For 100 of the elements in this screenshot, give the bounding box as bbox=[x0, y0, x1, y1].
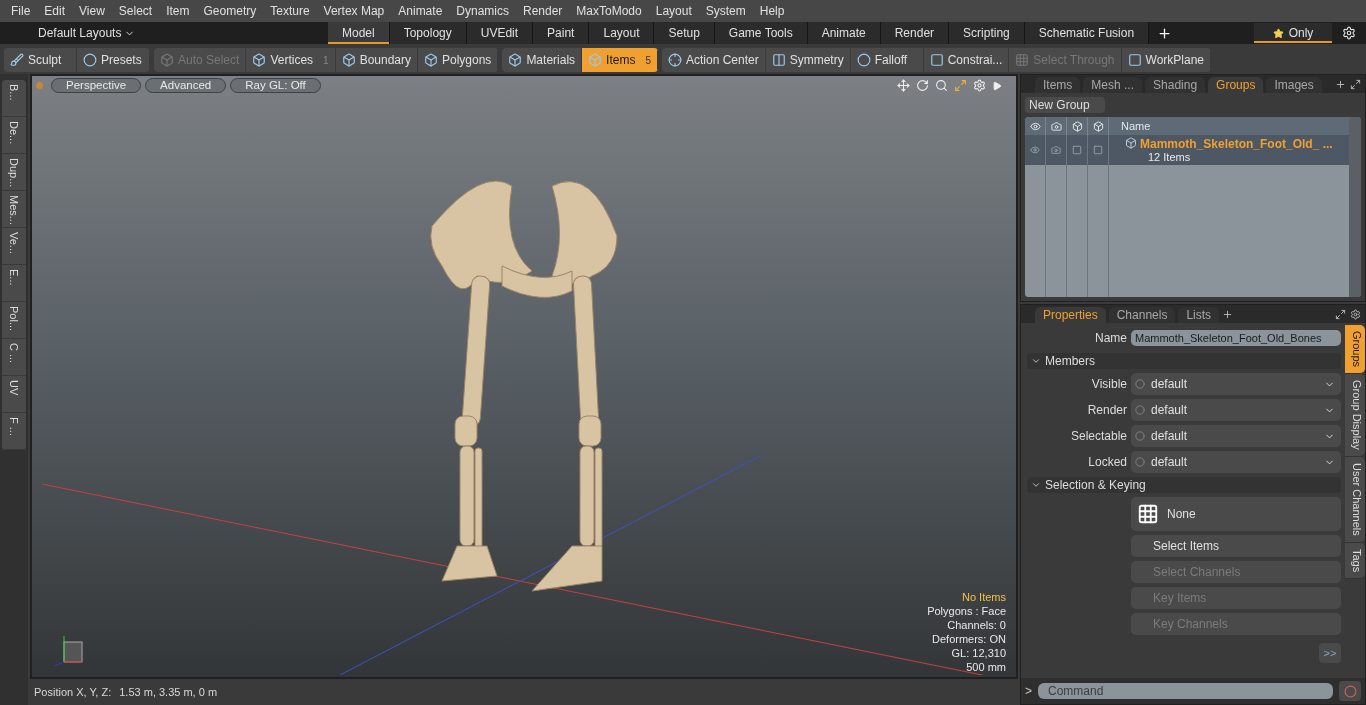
action-button[interactable]: Select Items bbox=[1131, 535, 1341, 557]
layout-tab[interactable]: Game Tools bbox=[714, 22, 808, 44]
panel-tab[interactable]: Groups bbox=[1208, 77, 1264, 93]
tool-tab[interactable]: C ... bbox=[2, 339, 26, 376]
section-header[interactable]: Members bbox=[1027, 353, 1341, 369]
eye-icon[interactable] bbox=[1029, 120, 1041, 132]
menu-item[interactable]: Item bbox=[159, 4, 197, 18]
panel-tab[interactable]: Properties bbox=[1035, 307, 1106, 323]
layout-tab[interactable]: Layout bbox=[589, 22, 655, 44]
tool-button[interactable]: Symmetry bbox=[765, 48, 851, 72]
panel-tab[interactable]: Items bbox=[1035, 77, 1081, 93]
viewport[interactable]: Perspective Advanced Ray GL: Off No Items Polygons : Face Channels: 0 Deformers: ON GL: 12,310 500 mm bbox=[30, 74, 1018, 679]
name-field[interactable]: Mammoth_Skeleton_Foot_Old_Bones bbox=[1131, 330, 1341, 346]
layout-tab[interactable]: Scripting bbox=[949, 22, 1025, 44]
dropdown[interactable]: default bbox=[1131, 451, 1341, 473]
cube-icon[interactable] bbox=[1092, 120, 1104, 132]
mode-button[interactable]: None bbox=[1131, 497, 1341, 531]
circle-icon bbox=[1135, 431, 1145, 441]
group-row[interactable]: Mammoth_Skeleton_Foot_Old_ ... 12 Items bbox=[1109, 135, 1349, 165]
tool-button[interactable]: Polygons bbox=[418, 48, 499, 72]
layout-tab[interactable]: Paint bbox=[533, 22, 590, 44]
tool-tab[interactable]: De... bbox=[2, 117, 26, 154]
dropdown[interactable]: default bbox=[1131, 399, 1341, 421]
menu-item[interactable]: View bbox=[72, 4, 112, 18]
tool-button[interactable]: Presets bbox=[77, 48, 150, 72]
viewport-button[interactable]: Advanced bbox=[145, 78, 227, 93]
layout-tab[interactable]: Model bbox=[328, 22, 390, 44]
menu-item[interactable]: File bbox=[4, 4, 38, 18]
tool-tab[interactable]: Pol... bbox=[2, 302, 26, 339]
checkbox-icon[interactable] bbox=[1072, 145, 1082, 155]
expand-icon[interactable] bbox=[1335, 308, 1346, 320]
menu-item[interactable]: Geometry bbox=[196, 4, 264, 18]
dropdown[interactable]: default bbox=[1131, 425, 1341, 447]
settings-icon[interactable] bbox=[1342, 26, 1356, 40]
viewport-button[interactable]: Ray GL: Off bbox=[230, 78, 321, 93]
layout-tab[interactable]: UVEdit bbox=[466, 22, 534, 44]
layout-tab[interactable]: Schematic Fusion bbox=[1024, 22, 1150, 44]
section-header[interactable]: Selection & Keying bbox=[1027, 477, 1341, 493]
menu-item[interactable]: Layout bbox=[648, 4, 699, 18]
add-icon[interactable] bbox=[1222, 308, 1234, 320]
rotate-icon[interactable] bbox=[916, 79, 929, 92]
column-header: Name bbox=[1109, 117, 1349, 135]
new-group-button[interactable]: New Group bbox=[1025, 97, 1105, 113]
side-tab[interactable]: Group Display bbox=[1345, 374, 1365, 457]
menu-item[interactable]: Vertex Map bbox=[316, 4, 392, 18]
play-icon[interactable] bbox=[992, 80, 1002, 91]
cube-icon[interactable] bbox=[1071, 120, 1083, 132]
layout-tab[interactable]: Topology bbox=[389, 22, 467, 44]
tool-tab[interactable]: B... bbox=[2, 80, 26, 117]
settings-icon[interactable] bbox=[1350, 308, 1361, 320]
panel-tab[interactable]: Images bbox=[1266, 77, 1322, 93]
side-tab[interactable]: Tags bbox=[1345, 542, 1365, 579]
menu-item[interactable]: Render bbox=[516, 4, 570, 18]
panel-tab[interactable]: Mesh ... bbox=[1083, 77, 1143, 93]
panel-tab[interactable]: Lists bbox=[1178, 307, 1220, 323]
panel-tab[interactable]: Channels bbox=[1108, 307, 1176, 323]
tool-button[interactable]: WorkPlane bbox=[1121, 48, 1211, 72]
tool-tab[interactable]: UV bbox=[2, 376, 26, 413]
record-button[interactable] bbox=[1339, 681, 1361, 701]
scrollbar[interactable] bbox=[1349, 117, 1361, 297]
camera-icon[interactable] bbox=[1051, 145, 1061, 155]
tool-tab[interactable]: E... bbox=[2, 265, 26, 302]
tool-button[interactable]: Boundary bbox=[335, 48, 418, 72]
menu-item[interactable]: Edit bbox=[37, 4, 73, 18]
layout-tab[interactable]: Setup bbox=[654, 22, 715, 44]
menu-item[interactable]: MaxToModo bbox=[569, 4, 649, 18]
layouts-dropdown[interactable]: Default Layouts bbox=[38, 26, 328, 40]
side-tab[interactable]: User Channels bbox=[1345, 456, 1365, 543]
layout-tab[interactable]: Animate bbox=[807, 22, 881, 44]
tool-tab[interactable]: Ve... bbox=[2, 228, 26, 265]
tool-tab[interactable]: Dup... bbox=[2, 154, 26, 191]
checkbox-icon[interactable] bbox=[1093, 145, 1103, 155]
move-icon[interactable] bbox=[897, 79, 910, 92]
eye-icon[interactable] bbox=[1030, 145, 1040, 155]
add-icon[interactable] bbox=[1157, 25, 1173, 41]
dropdown[interactable]: default bbox=[1131, 373, 1341, 395]
dropdown-value: default bbox=[1151, 455, 1189, 469]
tool-button[interactable]: Action Center bbox=[661, 48, 766, 72]
tool-tab[interactable]: Mes... bbox=[2, 191, 26, 228]
tool-button[interactable]: Sculpt bbox=[4, 48, 77, 72]
menu-item[interactable]: Texture bbox=[263, 4, 317, 18]
tool-tab[interactable]: F ... bbox=[2, 413, 26, 450]
search-icon[interactable] bbox=[935, 79, 948, 92]
only-button[interactable]: Only bbox=[1254, 23, 1332, 43]
viewport-button[interactable]: Perspective bbox=[51, 78, 142, 93]
tool-button[interactable]: Constrai... bbox=[923, 48, 1010, 72]
command-field[interactable]: Command bbox=[1038, 683, 1333, 699]
layout-tab[interactable]: Render bbox=[880, 22, 950, 44]
tool-button[interactable]: Falloff bbox=[850, 48, 924, 72]
panel-tab[interactable]: Shading bbox=[1145, 77, 1206, 93]
menu-item[interactable]: Dynamics bbox=[449, 4, 516, 18]
side-tab[interactable]: Groups bbox=[1345, 325, 1365, 375]
add-icon[interactable] bbox=[1335, 78, 1346, 90]
expand-icon[interactable] bbox=[1350, 78, 1361, 90]
menu-item[interactable]: Animate bbox=[391, 4, 450, 18]
menu-item[interactable]: Help bbox=[752, 4, 792, 18]
menu-item[interactable]: Select bbox=[111, 4, 160, 18]
menu-item[interactable]: System bbox=[698, 4, 753, 18]
tool-button[interactable]: Items 5 bbox=[582, 48, 658, 72]
field-label: Selectable bbox=[1069, 429, 1127, 443]
